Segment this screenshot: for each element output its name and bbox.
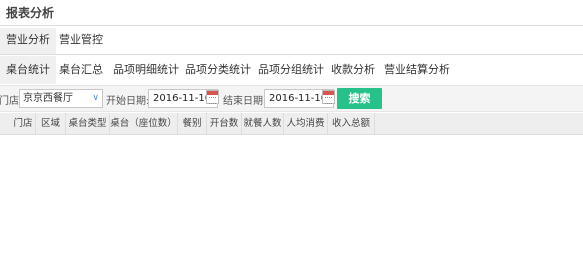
tab-item-detail-statistics[interactable]: 品项明细统计 (107, 56, 185, 84)
end-date-label: 结束日期: (223, 96, 267, 107)
page-title: 报表分析 (6, 6, 55, 20)
chevron-down-icon: ∨ (92, 93, 99, 103)
column-header-diners: 就餐人数 (242, 113, 284, 135)
column-header-table-type: 桌台类型 (66, 113, 110, 135)
end-date-value: 2016-11-10 (269, 93, 328, 104)
store-select[interactable]: 京京西餐厅 ∨ (19, 89, 103, 108)
store-select-value: 京京西餐厅 (23, 93, 73, 104)
tab-settlement-analysis[interactable]: 营业结算分析 (378, 56, 456, 84)
secondary-nav: 桌台统计 桌台汇总 品项明细统计 品项分类统计 品项分组统计 收款分析 营业结算… (0, 56, 583, 84)
column-header-total-revenue: 收入总额 (328, 113, 375, 135)
tab-item-group-statistics[interactable]: 品项分组统计 (252, 56, 330, 84)
tab-item-category-statistics[interactable]: 品项分类统计 (179, 56, 257, 84)
tab-table-summary[interactable]: 桌台汇总 (53, 56, 109, 84)
start-date-value: 2016-11-10 (153, 93, 212, 104)
calendar-icon[interactable] (206, 90, 219, 104)
tab-business-control[interactable]: 营业管控 (53, 28, 109, 54)
header-divider (0, 25, 583, 26)
filter-bar: 门店: 京京西餐厅 ∨ 开始日期: 2016-11-10 结束日期: 2016-… (0, 85, 583, 112)
start-date-label: 开始日期: (106, 96, 150, 107)
column-header-table-seats: 桌台（座位数） (110, 113, 178, 135)
tab-table-statistics[interactable]: 桌台统计 (0, 56, 56, 84)
column-header-meal-type: 餐别 (178, 113, 207, 135)
column-header-opened-tables: 开台数 (207, 113, 242, 135)
search-button[interactable]: 搜索 (337, 88, 382, 109)
primary-nav: 营业分析 营业管控 (0, 28, 583, 54)
table-header: 门店 区域 桌台类型 桌台（座位数） 餐别 开台数 就餐人数 人均消费 收入总额 (0, 113, 583, 135)
calendar-icon[interactable] (322, 90, 335, 104)
column-header-avg-spend: 人均消费 (284, 113, 328, 135)
tab-business-analysis[interactable]: 营业分析 (0, 28, 56, 54)
primary-nav-divider (0, 54, 583, 55)
tab-payment-analysis[interactable]: 收款分析 (325, 56, 381, 84)
column-header-area: 区域 (36, 113, 66, 135)
column-header-store: 门店 (11, 113, 36, 135)
